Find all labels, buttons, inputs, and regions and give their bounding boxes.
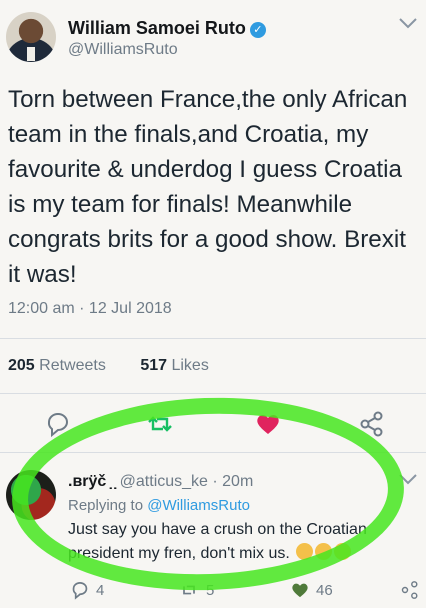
reply-icon bbox=[72, 582, 88, 600]
author-name-text[interactable]: William Samoei Ruto bbox=[68, 18, 246, 38]
engagement-stats: 205 Retweets 517 Likes bbox=[8, 357, 209, 375]
retweets-stat[interactable]: 205 Retweets bbox=[8, 357, 106, 374]
reply-like-count: 46 bbox=[316, 581, 333, 599]
divider bbox=[0, 338, 426, 339]
likes-count: 517 bbox=[140, 357, 168, 374]
verified-badge-icon: ✓ bbox=[249, 22, 266, 38]
author-name[interactable]: William Samoei Ruto ✓ bbox=[68, 18, 266, 39]
retweets-count: 205 bbox=[8, 357, 35, 374]
divider bbox=[0, 393, 426, 394]
tweet-text: Torn between France,the only African tea… bbox=[8, 86, 408, 288]
author-handle[interactable]: @WilliamsRuto bbox=[68, 41, 178, 59]
share-icon bbox=[401, 581, 418, 599]
retweets-label: Retweets bbox=[39, 357, 106, 374]
reply-reply-count: 4 bbox=[96, 581, 105, 599]
author-avatar[interactable] bbox=[6, 12, 56, 62]
likes-stat[interactable]: 517 Likes bbox=[140, 357, 209, 374]
reply-like-action[interactable]: 46 bbox=[290, 580, 333, 600]
chevron-down-icon[interactable] bbox=[398, 16, 418, 30]
like-icon bbox=[292, 583, 308, 598]
reply-reply-action[interactable]: 4 bbox=[70, 580, 104, 600]
tweet-timestamp[interactable]: 12:00 am · 12 Jul 2018 bbox=[8, 300, 172, 318]
reply-share-action[interactable] bbox=[400, 580, 420, 600]
likes-label: Likes bbox=[171, 357, 209, 374]
